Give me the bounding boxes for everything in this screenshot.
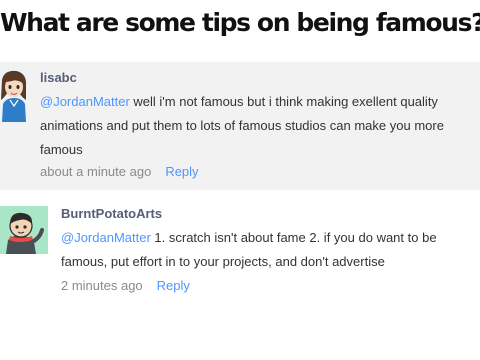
comment: lisabc @JordanMatter well i'm not famous… bbox=[0, 62, 480, 190]
comment-text: @JordanMatter well i'm not famous but i … bbox=[40, 90, 478, 162]
comment-text: @JordanMatter 1. scratch isn't about fam… bbox=[61, 226, 478, 274]
cartoon-girl-avatar-icon[interactable] bbox=[0, 70, 27, 122]
mention-link[interactable]: @JordanMatter bbox=[61, 230, 151, 245]
page-title: What are some tips on being famous? bbox=[0, 8, 480, 37]
comment: BurntPotatoArts @JordanMatter 1. scratch… bbox=[0, 198, 480, 306]
comment-meta: about a minute ago Reply bbox=[40, 164, 199, 179]
comment-meta: 2 minutes ago Reply bbox=[61, 278, 190, 293]
cartoon-character-avatar-icon[interactable] bbox=[0, 206, 48, 254]
page: What are some tips on being famous? lisa… bbox=[0, 0, 480, 360]
comment-author[interactable]: lisabc bbox=[40, 70, 77, 85]
reply-button[interactable]: Reply bbox=[165, 164, 198, 179]
reply-button[interactable]: Reply bbox=[157, 278, 190, 293]
comment-timestamp: about a minute ago bbox=[40, 164, 152, 179]
comment-timestamp: 2 minutes ago bbox=[61, 278, 143, 293]
comment-author[interactable]: BurntPotatoArts bbox=[61, 206, 162, 221]
mention-link[interactable]: @JordanMatter bbox=[40, 94, 130, 109]
